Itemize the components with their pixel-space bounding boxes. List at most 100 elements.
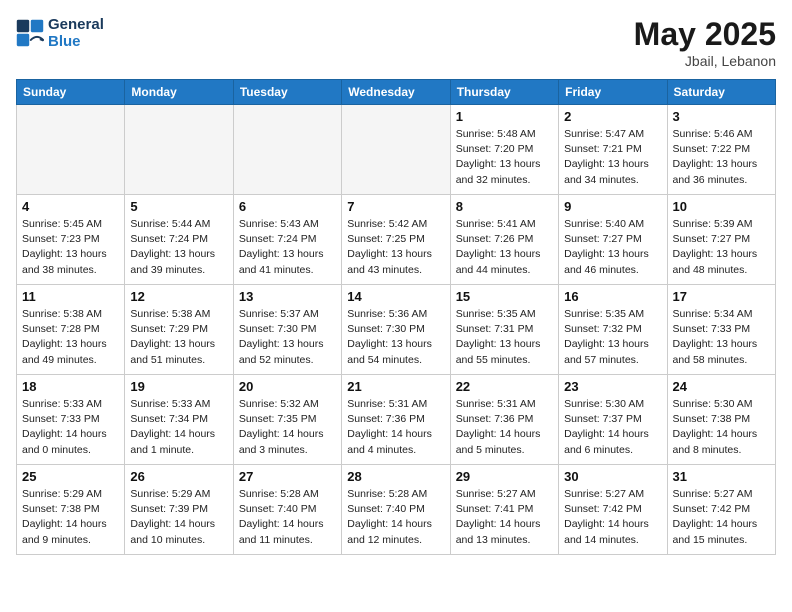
logo-text-general: General (48, 16, 104, 33)
weekday-header-sunday: Sunday (17, 80, 125, 105)
day-number: 1 (456, 109, 553, 124)
day-number: 10 (673, 199, 770, 214)
weekday-header-monday: Monday (125, 80, 233, 105)
day-info: Sunrise: 5:34 AM Sunset: 7:33 PM Dayligh… (673, 307, 770, 368)
day-info: Sunrise: 5:42 AM Sunset: 7:25 PM Dayligh… (347, 217, 444, 278)
calendar-cell: 14 Sunrise: 5:36 AM Sunset: 7:30 PM Dayli… (342, 285, 450, 375)
day-number: 17 (673, 289, 770, 304)
calendar-cell: 1Sunrise: 5:48 AM Sunset: 7:20 PM Daylig… (450, 105, 558, 195)
weekday-header-row: SundayMondayTuesdayWednesdayThursdayFrid… (17, 80, 776, 105)
day-info: Sunrise: 5:38 AM Sunset: 7:28 PM Dayligh… (22, 307, 119, 368)
day-number: 21 (347, 379, 444, 394)
day-number: 14 (347, 289, 444, 304)
calendar-cell: 15 Sunrise: 5:35 AM Sunset: 7:31 PM Dayli… (450, 285, 558, 375)
calendar-cell (125, 105, 233, 195)
calendar-cell: 10Sunrise: 5:39 AM Sunset: 7:27 PM Dayli… (667, 195, 775, 285)
day-number: 26 (130, 469, 227, 484)
day-number: 9 (564, 199, 661, 214)
day-info: Sunrise: 5:35 AM Sunset: 7:32 PM Dayligh… (564, 307, 661, 368)
calendar-cell: 24 Sunrise: 5:30 AM Sunset: 7:38 PM Dayli… (667, 375, 775, 465)
day-number: 31 (673, 469, 770, 484)
day-info: Sunrise: 5:30 AM Sunset: 7:37 PM Dayligh… (564, 397, 661, 458)
day-info: Sunrise: 5:43 AM Sunset: 7:24 PM Dayligh… (239, 217, 336, 278)
weekday-header-saturday: Saturday (667, 80, 775, 105)
day-info: Sunrise: 5:28 AM Sunset: 7:40 PM Dayligh… (347, 487, 444, 548)
calendar-cell: 25 Sunrise: 5:29 AM Sunset: 7:38 PM Dayli… (17, 465, 125, 555)
day-number: 13 (239, 289, 336, 304)
day-number: 24 (673, 379, 770, 394)
day-number: 22 (456, 379, 553, 394)
day-number: 8 (456, 199, 553, 214)
calendar-cell: 20 Sunrise: 5:32 AM Sunset: 7:35 PM Dayli… (233, 375, 341, 465)
calendar-cell: 13 Sunrise: 5:37 AM Sunset: 7:30 PM Dayli… (233, 285, 341, 375)
calendar-cell: 9 Sunrise: 5:40 AM Sunset: 7:27 PM Daylig… (559, 195, 667, 285)
day-number: 15 (456, 289, 553, 304)
day-info: Sunrise: 5:30 AM Sunset: 7:38 PM Dayligh… (673, 397, 770, 458)
day-info: Sunrise: 5:37 AM Sunset: 7:30 PM Dayligh… (239, 307, 336, 368)
calendar-cell: 28 Sunrise: 5:28 AM Sunset: 7:40 PM Dayli… (342, 465, 450, 555)
day-number: 28 (347, 469, 444, 484)
page-header: General Blue May 2025 Jbail, Lebanon (16, 16, 776, 69)
week-row-2: 4Sunrise: 5:45 AM Sunset: 7:23 PM Daylig… (17, 195, 776, 285)
day-number: 20 (239, 379, 336, 394)
weekday-header-friday: Friday (559, 80, 667, 105)
day-info: Sunrise: 5:40 AM Sunset: 7:27 PM Dayligh… (564, 217, 661, 278)
calendar-cell: 8 Sunrise: 5:41 AM Sunset: 7:26 PM Daylig… (450, 195, 558, 285)
day-info: Sunrise: 5:46 AM Sunset: 7:22 PM Dayligh… (673, 127, 770, 188)
calendar-cell: 17 Sunrise: 5:34 AM Sunset: 7:33 PM Dayli… (667, 285, 775, 375)
calendar-cell: 11 Sunrise: 5:38 AM Sunset: 7:28 PM Dayli… (17, 285, 125, 375)
month-year: May 2025 (634, 16, 776, 53)
day-number: 11 (22, 289, 119, 304)
day-number: 23 (564, 379, 661, 394)
calendar-cell: 12Sunrise: 5:38 AM Sunset: 7:29 PM Dayli… (125, 285, 233, 375)
weekday-header-tuesday: Tuesday (233, 80, 341, 105)
day-number: 3 (673, 109, 770, 124)
calendar-cell (342, 105, 450, 195)
calendar-cell: 19 Sunrise: 5:33 AM Sunset: 7:34 PM Dayli… (125, 375, 233, 465)
day-info: Sunrise: 5:31 AM Sunset: 7:36 PM Dayligh… (456, 397, 553, 458)
day-number: 6 (239, 199, 336, 214)
calendar-cell: 22 Sunrise: 5:31 AM Sunset: 7:36 PM Dayli… (450, 375, 558, 465)
calendar-cell (17, 105, 125, 195)
day-info: Sunrise: 5:27 AM Sunset: 7:42 PM Dayligh… (673, 487, 770, 548)
calendar-cell: 27 Sunrise: 5:28 AM Sunset: 7:40 PM Dayli… (233, 465, 341, 555)
day-number: 5 (130, 199, 227, 214)
logo: General Blue (16, 16, 104, 50)
week-row-5: 25 Sunrise: 5:29 AM Sunset: 7:38 PM Dayli… (17, 465, 776, 555)
day-number: 7 (347, 199, 444, 214)
day-info: Sunrise: 5:33 AM Sunset: 7:34 PM Dayligh… (130, 397, 227, 458)
day-info: Sunrise: 5:27 AM Sunset: 7:42 PM Dayligh… (564, 487, 661, 548)
day-info: Sunrise: 5:35 AM Sunset: 7:31 PM Dayligh… (456, 307, 553, 368)
calendar-cell: 3 Sunrise: 5:46 AM Sunset: 7:22 PM Daylig… (667, 105, 775, 195)
weekday-header-thursday: Thursday (450, 80, 558, 105)
day-info: Sunrise: 5:41 AM Sunset: 7:26 PM Dayligh… (456, 217, 553, 278)
day-info: Sunrise: 5:28 AM Sunset: 7:40 PM Dayligh… (239, 487, 336, 548)
title-block: May 2025 Jbail, Lebanon (634, 16, 776, 69)
day-number: 16 (564, 289, 661, 304)
day-info: Sunrise: 5:29 AM Sunset: 7:39 PM Dayligh… (130, 487, 227, 548)
week-row-3: 11 Sunrise: 5:38 AM Sunset: 7:28 PM Dayli… (17, 285, 776, 375)
location: Jbail, Lebanon (634, 53, 776, 69)
day-info: Sunrise: 5:44 AM Sunset: 7:24 PM Dayligh… (130, 217, 227, 278)
day-number: 25 (22, 469, 119, 484)
calendar-cell: 30 Sunrise: 5:27 AM Sunset: 7:42 PM Dayli… (559, 465, 667, 555)
calendar-cell: 5 Sunrise: 5:44 AM Sunset: 7:24 PM Daylig… (125, 195, 233, 285)
calendar-cell: 7 Sunrise: 5:42 AM Sunset: 7:25 PM Daylig… (342, 195, 450, 285)
day-number: 4 (22, 199, 119, 214)
day-info: Sunrise: 5:29 AM Sunset: 7:38 PM Dayligh… (22, 487, 119, 548)
weekday-header-wednesday: Wednesday (342, 80, 450, 105)
calendar-table: SundayMondayTuesdayWednesdayThursdayFrid… (16, 79, 776, 555)
calendar-cell: 2Sunrise: 5:47 AM Sunset: 7:21 PM Daylig… (559, 105, 667, 195)
day-number: 19 (130, 379, 227, 394)
day-info: Sunrise: 5:31 AM Sunset: 7:36 PM Dayligh… (347, 397, 444, 458)
day-info: Sunrise: 5:33 AM Sunset: 7:33 PM Dayligh… (22, 397, 119, 458)
day-number: 27 (239, 469, 336, 484)
day-info: Sunrise: 5:36 AM Sunset: 7:30 PM Dayligh… (347, 307, 444, 368)
calendar-cell: 21 Sunrise: 5:31 AM Sunset: 7:36 PM Dayli… (342, 375, 450, 465)
calendar-cell: 18Sunrise: 5:33 AM Sunset: 7:33 PM Dayli… (17, 375, 125, 465)
day-number: 30 (564, 469, 661, 484)
calendar-cell: 26 Sunrise: 5:29 AM Sunset: 7:39 PM Dayli… (125, 465, 233, 555)
day-info: Sunrise: 5:38 AM Sunset: 7:29 PM Dayligh… (130, 307, 227, 368)
calendar-cell: 31 Sunrise: 5:27 AM Sunset: 7:42 PM Dayli… (667, 465, 775, 555)
day-info: Sunrise: 5:32 AM Sunset: 7:35 PM Dayligh… (239, 397, 336, 458)
